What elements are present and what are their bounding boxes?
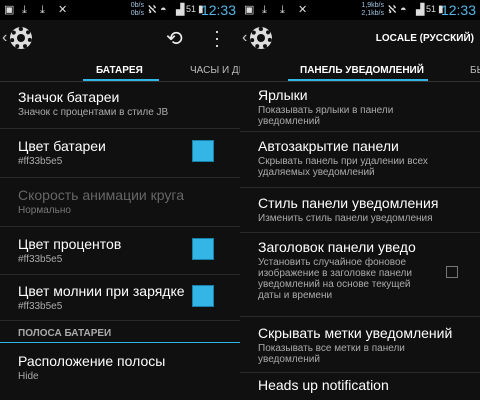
battery-level: 51 bbox=[186, 4, 197, 14]
settings-gear-icon[interactable] bbox=[250, 27, 272, 49]
pref-title: Автозакрытие панели bbox=[258, 138, 399, 154]
pref-hide-badges[interactable]: Скрывать метки уведомлений Показывать вс… bbox=[240, 317, 480, 373]
preference-list: Ярлыки Показывать ярлыки в панели уведом… bbox=[240, 82, 480, 400]
refresh-icon[interactable]: ⟲ bbox=[166, 26, 183, 51]
pref-summary: Установить случайное фоновое изображение… bbox=[258, 257, 412, 301]
back-icon[interactable]: ‹ bbox=[2, 29, 7, 47]
tab-clock-date[interactable]: ЧАСЫ И ДЕ bbox=[190, 65, 240, 76]
pref-title: Heads up notification bbox=[258, 377, 389, 393]
download-icon: ⤓ bbox=[262, 4, 267, 16]
pref-summary: Показывать ярлыки в панели уведомлений bbox=[258, 105, 394, 127]
status-bar: ▣ ⤓ ⤓ ✕ 0b/s 0b/s ℵ ◓ 51 ▟ ▮ 12:33 bbox=[0, 0, 240, 20]
action-bar: ‹ ⟲ · · · bbox=[0, 20, 240, 58]
category-battery-bar: ПОЛОСА БАТАРЕИ bbox=[0, 321, 240, 343]
wifi-icon: ◓ bbox=[400, 4, 407, 16]
color-swatch[interactable] bbox=[192, 285, 214, 307]
pref-summary: Нормально bbox=[18, 205, 71, 216]
pref-title: Значок батареи bbox=[18, 89, 120, 105]
net-down-text: 0b/s bbox=[130, 10, 144, 17]
signal-icon: ▟ bbox=[416, 4, 425, 16]
image-notification-icon: ▣ bbox=[244, 4, 255, 16]
pref-bar-position[interactable]: Расположение полосы Hide bbox=[0, 343, 240, 389]
pref-auto-collapse[interactable]: Автозакрытие панели Скрывать панель при … bbox=[240, 132, 480, 188]
pref-summary: Показывать все метки в панели уведомлени… bbox=[258, 343, 405, 365]
pref-title: Ярлыки bbox=[258, 87, 308, 103]
overflow-menu-icon[interactable]: · · · bbox=[214, 22, 220, 54]
pref-summary: Hide bbox=[18, 371, 39, 382]
net-up-text: 1,9kb/s bbox=[361, 2, 384, 9]
pref-percent-color[interactable]: Цвет процентов #ff33b5e5 bbox=[0, 227, 240, 275]
battery-settings-panel: ▣ ⤓ ⤓ ✕ 0b/s 0b/s ℵ ◓ 51 ▟ ▮ 12:33 ‹ ⟲ ·… bbox=[0, 0, 240, 400]
header-checkbox[interactable] bbox=[446, 266, 458, 278]
signal-muted-icon: ℵ bbox=[388, 4, 397, 16]
pref-battery-icon[interactable]: Значок батареи Значок с процентами в сти… bbox=[0, 82, 240, 129]
pref-panel-style[interactable]: Стиль панели уведомления Изменить стиль … bbox=[240, 188, 480, 233]
clock: 12:33 bbox=[440, 2, 476, 18]
pref-title: Заголовок панели уведо bbox=[258, 239, 416, 255]
back-icon[interactable]: ‹ bbox=[242, 29, 247, 47]
color-swatch[interactable] bbox=[192, 140, 214, 162]
pref-panel-header[interactable]: Заголовок панели уведо Установить случай… bbox=[240, 233, 480, 317]
preference-list: Значок батареи Значок с процентами в сти… bbox=[0, 82, 240, 389]
tab-quick[interactable]: БЫ bbox=[470, 65, 480, 76]
pref-summary: Значок с процентами в стиле JB bbox=[18, 107, 169, 118]
pref-title: Скорость анимации круга bbox=[18, 187, 184, 203]
net-up-text: 0b/s bbox=[130, 2, 144, 9]
page-title: LOCALE (РУССКИЙ) bbox=[375, 33, 474, 44]
tab-bar: БАТАРЕЯ ЧАСЫ И ДЕ bbox=[0, 58, 240, 82]
pref-title: Стиль панели уведомления bbox=[258, 195, 439, 211]
net-down-text: 2,1kb/s bbox=[361, 10, 384, 17]
network-speed: 1,9kb/s 2,1kb/s bbox=[348, 2, 384, 18]
pref-title: Расположение полосы bbox=[18, 353, 166, 369]
mute-icon: ✕ bbox=[298, 4, 308, 16]
clock: 12:33 bbox=[200, 2, 236, 18]
pref-shortcuts[interactable]: Ярлыки Показывать ярлыки в панели уведом… bbox=[240, 82, 480, 132]
status-bar: ▣ ⤓ ⤓ ✕ 1,9kb/s 2,1kb/s ℵ ◓ 51 ▟ ▮ 12:33 bbox=[240, 0, 480, 20]
signal-icon: ▟ bbox=[176, 4, 185, 16]
pref-battery-color[interactable]: Цвет батареи #ff33b5e5 bbox=[0, 129, 240, 178]
mute-icon: ✕ bbox=[58, 4, 68, 16]
notification-settings-panel: ▣ ⤓ ⤓ ✕ 1,9kb/s 2,1kb/s ℵ ◓ 51 ▟ ▮ 12:33… bbox=[240, 0, 480, 400]
pref-title: Скрывать метки уведомлений bbox=[258, 325, 453, 341]
download-icon: ⤓ bbox=[22, 4, 27, 16]
image-notification-icon: ▣ bbox=[4, 4, 15, 16]
wifi-icon: ◓ bbox=[160, 4, 167, 16]
battery-level: 51 bbox=[426, 4, 437, 14]
tab-bar: ПАНЕЛЬ УВЕДОМЛЕНИЙ БЫ bbox=[240, 58, 480, 82]
settings-gear-icon[interactable] bbox=[10, 27, 32, 49]
download-icon-2: ⤓ bbox=[280, 4, 285, 16]
pref-summary: Скрывать панель при удалении всех удаляе… bbox=[258, 156, 428, 178]
download-icon-2: ⤓ bbox=[40, 4, 45, 16]
pref-summary: Изменить стиль панели уведомления bbox=[258, 213, 433, 224]
signal-muted-icon: ℵ bbox=[148, 4, 157, 16]
action-bar: ‹ LOCALE (РУССКИЙ) bbox=[240, 20, 480, 58]
pref-circle-animation-speed: Скорость анимации круга Нормально bbox=[0, 178, 240, 227]
tab-battery[interactable]: БАТАРЕЯ bbox=[96, 65, 143, 76]
pref-heads-up[interactable]: Heads up notification bbox=[240, 373, 480, 400]
network-speed: 0b/s 0b/s bbox=[118, 2, 144, 18]
pref-charging-bolt-color[interactable]: Цвет молнии при зарядке #ff33b5e5 bbox=[0, 275, 240, 321]
color-swatch[interactable] bbox=[192, 238, 214, 260]
tab-notification-panel[interactable]: ПАНЕЛЬ УВЕДОМЛЕНИЙ bbox=[300, 65, 424, 76]
